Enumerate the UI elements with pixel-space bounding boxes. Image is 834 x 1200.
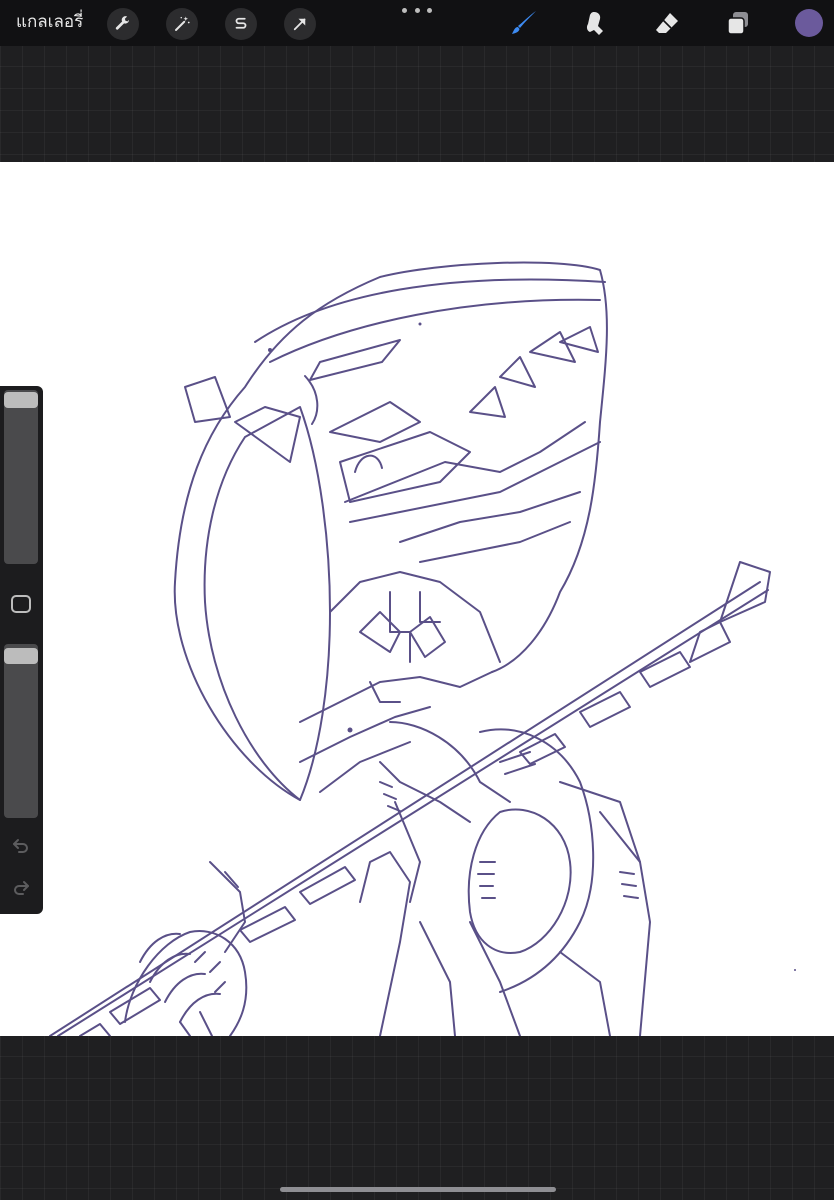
more-options-button[interactable]	[402, 3, 432, 17]
top-toolbar: แกลเลอรี่	[0, 0, 834, 46]
redo-button[interactable]	[9, 876, 33, 900]
transform-button[interactable]	[284, 8, 316, 40]
eraser-tool-button[interactable]	[650, 6, 684, 40]
redo-icon	[14, 881, 29, 895]
layers-icon	[727, 12, 748, 35]
selection-s-icon	[235, 17, 247, 29]
brush-tool-button[interactable]	[507, 6, 541, 40]
layers-button[interactable]	[721, 6, 755, 40]
brush-size-thumb[interactable]	[4, 392, 38, 408]
home-indicator	[280, 1187, 556, 1192]
undo-button[interactable]	[9, 834, 33, 858]
opacity-thumb[interactable]	[4, 648, 38, 664]
undo-icon	[13, 839, 28, 853]
adjustments-button[interactable]	[166, 8, 198, 40]
line-art-sketch	[49, 261, 796, 1036]
brush-size-slider[interactable]	[4, 390, 38, 564]
left-sidebar	[0, 386, 43, 914]
color-picker-button[interactable]	[795, 9, 823, 37]
arrow-cursor-icon	[293, 18, 306, 31]
brush-icon	[512, 11, 536, 34]
selection-button[interactable]	[225, 8, 257, 40]
wrench-icon	[115, 16, 130, 30]
procreate-app: แกลเลอรี่	[0, 0, 834, 1200]
gallery-button[interactable]: แกลเลอรี่	[16, 10, 83, 34]
magic-wand-icon	[175, 16, 190, 31]
opacity-slider[interactable]	[4, 644, 38, 818]
eraser-icon	[656, 13, 678, 33]
smudge-tool-button[interactable]	[578, 6, 612, 40]
actions-button[interactable]	[107, 8, 139, 40]
ellipsis-icon	[402, 7, 407, 13]
square-modify-icon[interactable]	[11, 595, 31, 613]
smudge-icon	[586, 12, 603, 35]
drawing-canvas[interactable]	[0, 162, 834, 1036]
